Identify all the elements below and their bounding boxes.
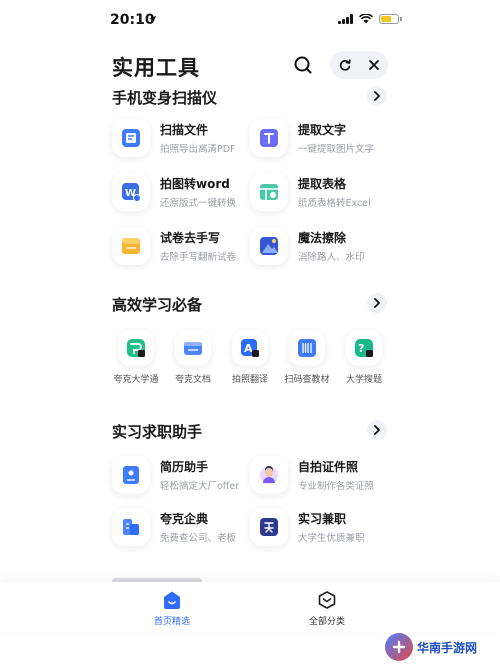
career-tools: 简历助手轻松搞定大厂offer 自拍证件照专业制作各类证照 夸克企典免费查公司、… <box>112 453 392 553</box>
resume-icon <box>123 466 139 484</box>
tool-magic-erase[interactable]: 魔法擦除消除路人、水印 <box>250 224 390 268</box>
tool-desc: 消除路人、水印 <box>298 252 365 263</box>
tool-resume[interactable]: 简历助手轻松搞定大厂offer <box>112 453 252 497</box>
tab-all-categories[interactable]: 全部分类 <box>287 590 367 627</box>
section-title: 高效学习必备 <box>112 296 203 314</box>
watermark-title: 华南手游网 <box>417 640 478 655</box>
tool-extract-text[interactable]: 提取文字一键提取图片文字 <box>250 116 390 160</box>
app-scan-textbook[interactable]: 扫码查教材 <box>279 330 335 385</box>
app-label: 夸克文档 <box>174 375 211 385</box>
wifi-icon <box>359 14 373 24</box>
header: 实用工具 <box>0 48 500 88</box>
section-more-button[interactable] <box>367 293 387 313</box>
chevron-right-icon <box>374 425 380 435</box>
tool-name: 实习兼职 <box>298 512 347 526</box>
section-title: 手机变身扫描仪 <box>112 89 218 107</box>
section-study: 高效学习必备 夸克大学通 夸克文档 A 拍照翻译 扫码查教材 ? 大学搜题 <box>0 293 500 393</box>
battery-icon <box>379 14 402 24</box>
tab-label: 首页精选 <box>153 617 190 627</box>
tool-name: 拍图转word <box>160 177 230 191</box>
tool-name: 简历助手 <box>160 460 209 474</box>
table-icon <box>260 184 278 200</box>
word-icon: W <box>122 183 141 202</box>
question-search-icon: ? <box>355 339 373 357</box>
tool-desc: 还原版式一键转换 <box>160 198 237 209</box>
translate-icon: A <box>241 339 259 357</box>
tool-desc: 轻松搞定大厂offer <box>160 481 240 492</box>
search-icon <box>294 56 312 74</box>
chevron-right-icon <box>374 91 380 101</box>
tool-name: 魔法擦除 <box>298 231 347 245</box>
tool-desc: 大学生优质兼职 <box>298 533 365 544</box>
tool-company-search[interactable]: 夸克企典免费查公司、老板 <box>112 505 252 549</box>
tool-remove-handwriting[interactable]: 试卷去手写去除手写翻新试卷 <box>112 224 252 268</box>
cellular-signal-icon <box>338 14 353 24</box>
document-icon <box>184 342 202 355</box>
tool-desc: 纸质表格转Excel <box>298 198 371 209</box>
app-label: 扫码查教材 <box>284 375 330 385</box>
page-title: 实用工具 <box>112 56 200 80</box>
app-photo-translate[interactable]: A 拍照翻译 <box>222 330 278 385</box>
tool-desc: 一键提取图片文字 <box>298 144 375 155</box>
exam-paper-icon <box>122 238 140 254</box>
tool-desc: 免费查公司、老板 <box>160 533 237 544</box>
refresh-icon <box>339 59 351 71</box>
scan-file-icon <box>122 129 140 147</box>
tool-name: 自拍证件照 <box>298 460 359 474</box>
close-button[interactable] <box>364 55 384 75</box>
status-bar: 20:10 <box>0 0 500 40</box>
app-quark-university[interactable]: 夸克大学通 <box>108 330 164 385</box>
svg-text:A: A <box>244 342 253 355</box>
magic-erase-icon <box>260 237 278 255</box>
svg-text:?: ? <box>358 342 364 355</box>
home-icon <box>164 591 180 609</box>
search-button[interactable] <box>292 54 314 76</box>
section-more-button[interactable] <box>367 420 387 440</box>
internship-icon <box>260 518 278 536</box>
section-scanner: 手机变身扫描仪 扫描文件拍照导出高清PDF 提取文字一键提取图片文字 W 拍图转… <box>0 86 500 276</box>
status-icons <box>338 14 402 24</box>
barcode-icon <box>298 339 316 357</box>
tool-photo-to-word[interactable]: W 拍图转word 还原版式一键转换 <box>112 170 252 214</box>
company-icon <box>123 519 139 535</box>
tool-name: 扫描文件 <box>160 123 209 137</box>
tool-internship[interactable]: 实习兼职大学生优质兼职 <box>250 505 390 549</box>
tool-extract-table[interactable]: 提取表格纸质表格转Excel <box>250 170 390 214</box>
tool-id-photo[interactable]: 自拍证件照专业制作各类证照 <box>250 453 390 497</box>
tab-home-featured[interactable]: 首页精选 <box>132 590 212 627</box>
extract-text-icon <box>260 129 278 147</box>
watermark-logo-icon <box>385 633 413 661</box>
id-photo-icon <box>260 466 278 484</box>
app-quark-docs[interactable]: 夸克文档 <box>165 330 221 385</box>
capsule-actions <box>330 51 388 79</box>
bottom-tab-bar: 首页精选 全部分类 <box>0 582 500 632</box>
tool-desc: 去除手写翻新试卷 <box>160 252 237 263</box>
tab-label: 全部分类 <box>308 617 345 627</box>
section-more-button[interactable] <box>367 86 387 106</box>
tool-desc: 拍照导出高清PDF <box>160 144 236 155</box>
tool-name: 提取文字 <box>298 123 347 137</box>
app-college-search[interactable]: ? 大学搜题 <box>336 330 392 385</box>
section-title: 实习求职助手 <box>112 423 203 441</box>
location-arrow-icon <box>148 15 157 24</box>
app-label: 大学搜题 <box>345 375 382 385</box>
app-label: 拍照翻译 <box>231 375 268 385</box>
close-icon <box>368 60 379 70</box>
tool-name: 提取表格 <box>298 177 347 191</box>
refresh-button[interactable] <box>335 55 355 75</box>
university-icon <box>127 339 145 357</box>
app-label: 夸克大学通 <box>113 375 159 385</box>
study-apps: 夸克大学通 夸克文档 A 拍照翻译 扫码查教材 ? 大学搜题 <box>108 330 392 385</box>
categories-cube-icon <box>318 591 336 609</box>
tool-desc: 专业制作各类证照 <box>298 481 375 492</box>
section-career: 实习求职助手 简历助手轻松搞定大厂offer 自拍证件照专业制作各类证照 夸克企… <box>0 420 500 560</box>
tool-name: 夸克企典 <box>160 512 209 526</box>
chevron-right-icon <box>374 298 380 308</box>
scanner-tools: 扫描文件拍照导出高清PDF 提取文字一键提取图片文字 W 拍图转word 还原版式… <box>112 116 392 276</box>
tool-name: 试卷去手写 <box>160 231 221 245</box>
site-watermark: 华南手游网 <box>385 630 497 664</box>
tool-scan-file[interactable]: 扫描文件拍照导出高清PDF <box>112 116 252 160</box>
